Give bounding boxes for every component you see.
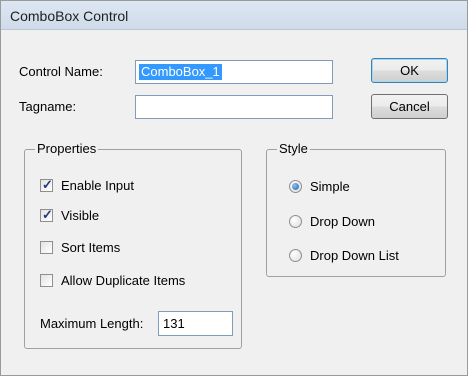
tagname-input[interactable] [135,95,333,119]
allow-duplicate-items-label: Allow Duplicate Items [61,273,186,288]
properties-group: Properties ✓ Enable Input ✓ Visible Sort… [24,141,242,349]
visible-check-icon: ✓ [40,207,53,222]
maximum-length-input[interactable]: 131 [158,311,233,336]
sort-items-box-icon [40,241,53,254]
tagname-label: Tagname: [19,99,77,114]
combobox-control-dialog: ComboBox Control Control Name: ComboBox_… [0,0,468,376]
drop-down-label: Drop Down [310,214,376,229]
control-name-label: Control Name: [19,64,103,79]
title-bar[interactable]: ComboBox Control [1,1,467,30]
drop-down-radio-icon [289,215,302,228]
control-name-input[interactable]: ComboBox_1 [135,60,333,84]
drop-down-list-label: Drop Down List [310,248,399,263]
style-group-title: Style [277,141,310,157]
style-group: Style Simple Drop Down Drop Down List [266,141,446,277]
maximum-length-value: 131 [163,316,185,331]
enable-input-label: Enable Input [61,178,135,193]
drop-down-list-radio-icon [289,249,302,262]
enable-input-check-icon: ✓ [40,177,53,192]
simple-label: Simple [310,179,350,194]
simple-radio-icon [289,180,302,193]
window-title: ComboBox Control [10,8,129,24]
cancel-button[interactable]: Cancel [371,94,448,119]
sort-items-label: Sort Items [61,240,121,255]
visible-label: Visible [61,208,100,223]
maximum-length-label: Maximum Length: [40,316,144,331]
allow-duplicate-box-icon [40,274,53,287]
properties-group-title: Properties [35,141,99,157]
ok-button[interactable]: OK [371,58,448,83]
control-name-value: ComboBox_1 [139,64,222,80]
